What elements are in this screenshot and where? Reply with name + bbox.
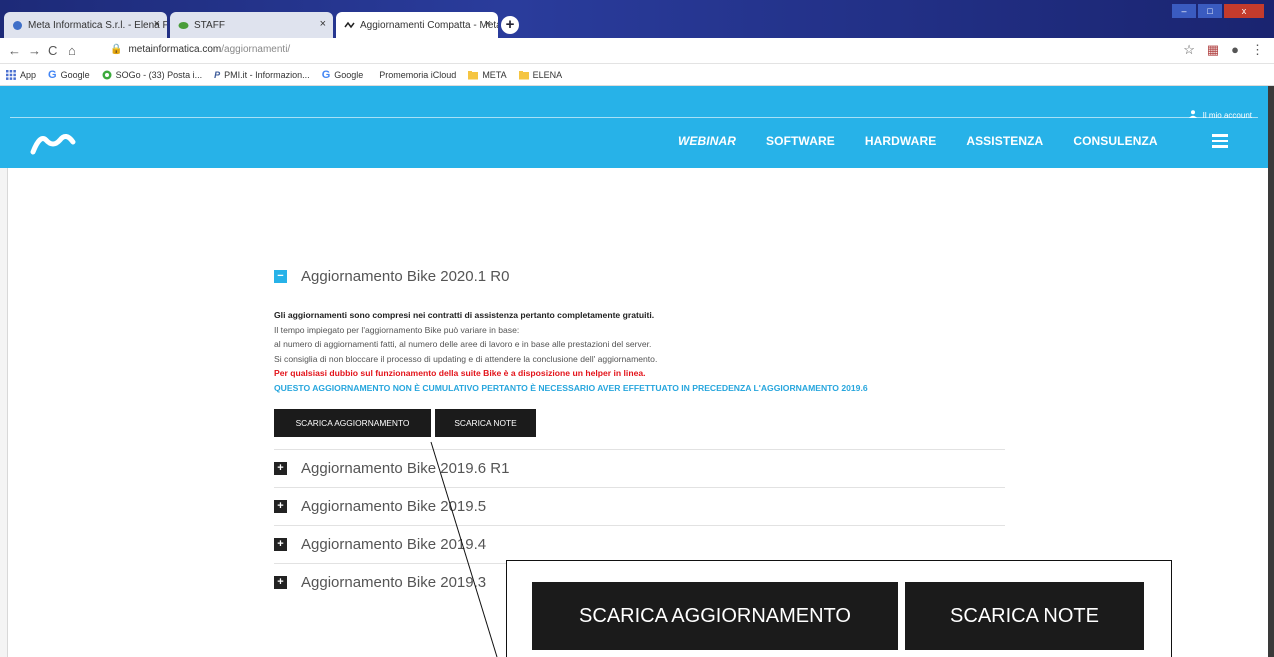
tab-title: STAFF [194,19,225,31]
address-bar: ← → C ⌂ 🔒 metainformatica.com/aggiornamen… [0,38,1274,64]
expand-icon[interactable]: + [274,576,287,589]
close-tab-icon[interactable]: × [154,18,160,30]
google-icon: G [48,68,57,81]
google-icon: G [321,68,331,81]
accordion-title: Aggiornamento Bike 2019.5 [301,498,487,515]
meta-logo-favicon-icon [344,20,355,31]
new-tab-button[interactable]: + [501,16,519,34]
updates-accordion: − Aggiornamento Bike 2020.1 R0 Gli aggio… [274,258,1005,601]
header-divider [10,117,1258,118]
menu-item-consulenza[interactable]: CONSULENZA [1073,134,1157,148]
maximize-icon[interactable]: □ [1198,4,1222,18]
site-header: Il mio account WEBINAR SOFTWARE HARDWARE… [0,86,1268,168]
menu-item-assistenza[interactable]: ASSISTENZA [966,134,1043,148]
zoomed-download-notes-button[interactable]: SCARICA NOTE [905,582,1144,650]
lock-icon: 🔒 [110,44,123,55]
content-line: al numero di aggiornamenti fatti, al num… [274,339,652,349]
window-controls: – □ x [1172,4,1264,18]
folder-icon [468,70,479,80]
accordion-header-expanded[interactable]: − Aggiornamento Bike 2020.1 R0 [274,258,1005,294]
expand-icon[interactable]: + [274,462,287,475]
bookmark-item[interactable]: App [6,69,37,80]
browser-tab[interactable]: STAFF × [170,12,333,38]
bookmarks-bar: App G Google SOGo - (33) Posta i... P PM… [0,64,1274,86]
close-tab-icon[interactable]: × [485,18,491,30]
account-link[interactable]: Il mio account [1188,110,1252,120]
accordion-header-collapsed[interactable]: + Aggiornamento Bike 2019.6 R1 [274,449,1005,487]
window-close-icon[interactable]: x [1224,4,1264,18]
apps-grid-icon [6,69,16,80]
profile-icon[interactable]: ● [1231,42,1239,58]
url-field[interactable]: 🔒 metainformatica.com/aggiornamenti/ [110,44,290,55]
meta-favicon-icon [12,20,23,31]
zoom-callout: SCARICA AGGIORNAMENTO SCARICA NOTE [506,560,1172,657]
helper-note: Per qualsiasi dubbio sul funzionamento d… [274,368,646,378]
browser-tab-bar: Meta Informatica S.r.l. - Elena Fic × ST… [0,0,1274,38]
browser-tab-active[interactable]: Aggiornamenti Compatta - Meta × [336,12,498,38]
page-scrollbar[interactable] [1268,86,1274,657]
folder-icon [518,70,529,80]
hamburger-menu-icon[interactable] [1212,134,1228,151]
accordion-header-collapsed[interactable]: + Aggiornamento Bike 2019.4 [274,525,1005,563]
accordion-content: Gli aggiornamenti sono compresi nei cont… [274,294,1005,437]
main-menu: WEBINAR SOFTWARE HARDWARE ASSISTENZA CON… [678,134,1188,148]
accordion-title: Aggiornamento Bike 2019.3 [301,574,487,591]
url-host: metainformatica.com [128,44,222,55]
forward-icon[interactable]: → [28,43,41,58]
sogo-icon [102,70,112,80]
minimize-icon[interactable]: – [1172,4,1196,18]
content-line: Si consiglia di non bloccare il processo… [274,353,658,364]
free-updates-note: Gli aggiornamenti sono compresi nei cont… [274,310,655,320]
browser-tab[interactable]: Meta Informatica S.r.l. - Elena Fic × [4,12,167,38]
download-notes-button[interactable]: SCARICA NOTE [435,409,536,437]
menu-item-hardware[interactable]: HARDWARE [865,134,936,148]
menu-item-webinar[interactable]: WEBINAR [678,134,736,148]
zoomed-download-update-button[interactable]: SCARICA AGGIORNAMENTO [532,582,898,650]
cumulative-warning: QUESTO AGGIORNAMENTO NON È CUMULATIVO PE… [274,382,868,393]
menu-item-software[interactable]: SOFTWARE [766,134,835,148]
expand-icon[interactable]: + [274,538,287,551]
pmi-icon: P [214,69,221,80]
accordion-title: Aggiornamento Bike 2019.4 [301,536,487,553]
url-path: /aggiornamenti/ [221,44,291,55]
expand-icon[interactable]: + [274,500,287,513]
more-menu-icon[interactable]: ⋮ [1251,42,1264,58]
bookmark-item[interactable]: P PMI.it - Informazion... [214,70,310,80]
account-label: Il mio account [1202,110,1252,120]
bookmark-label: ELENA [532,69,563,80]
bookmark-label: Google [334,69,364,80]
download-update-button[interactable]: SCARICA AGGIORNAMENTO [274,409,431,437]
accordion-title: Aggiornamento Bike 2019.6 R1 [301,460,510,477]
meta-logo[interactable] [30,128,76,163]
bookmark-item[interactable]: META [468,69,507,80]
accordion-title: Aggiornamento Bike 2020.1 R0 [301,267,510,285]
bookmark-item[interactable]: ELENA [518,69,563,80]
bookmark-label: App [20,69,37,80]
back-icon[interactable]: ← [8,43,21,58]
bookmark-label: META [482,69,507,80]
close-tab-icon[interactable]: × [320,18,326,30]
collapse-icon[interactable]: − [274,269,287,283]
user-icon [1188,110,1197,120]
bookmark-item[interactable]: SOGo - (33) Posta i... [102,69,203,80]
tab-title: Meta Informatica S.r.l. - Elena Fic [28,19,167,31]
tab-title: Aggiornamenti Compatta - Meta [360,19,498,31]
extension-icon[interactable]: ▦ [1207,42,1219,58]
staff-favicon-icon [178,20,189,31]
bookmark-item[interactable]: Promemoria iCloud [375,70,456,80]
bookmark-label: SOGo - (33) Posta i... [115,69,203,80]
bookmark-item[interactable]: G Google [322,69,364,81]
page-left-edge [0,168,8,657]
bookmark-star-icon[interactable]: ☆ [1183,42,1195,58]
bookmark-label: Promemoria iCloud [379,69,457,80]
home-icon[interactable]: ⌂ [68,43,76,58]
bookmark-label: PMI.it - Informazion... [224,69,310,80]
content-line: Il tempo impiegato per l'aggiornamento B… [274,324,520,335]
bookmark-label: Google [60,69,90,80]
bookmark-item[interactable]: G Google [48,69,90,81]
accordion-header-collapsed[interactable]: + Aggiornamento Bike 2019.5 [274,487,1005,525]
reload-icon[interactable]: C [48,43,57,58]
